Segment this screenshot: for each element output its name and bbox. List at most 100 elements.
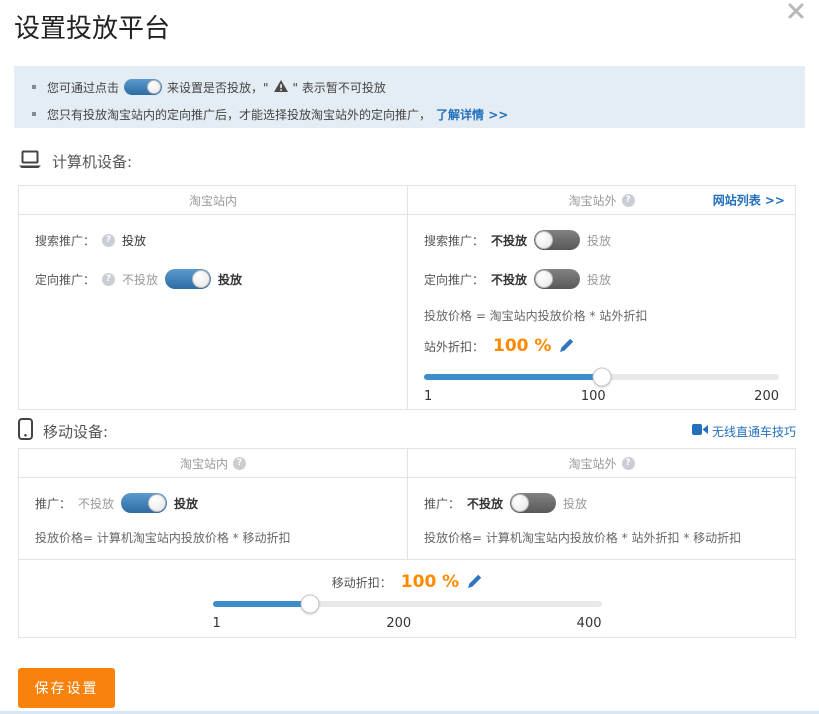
off-label: 不投放 — [491, 232, 527, 249]
toggle-knob[interactable] — [535, 270, 553, 288]
computer-offsite-search-row: 搜索推广： 不投放 投放 — [424, 228, 779, 252]
search-promo-state: 投放 — [122, 232, 146, 249]
toggle-knob[interactable] — [535, 231, 553, 249]
computer-section-title: 计算机设备: — [52, 151, 132, 172]
video-camera-icon — [692, 424, 708, 438]
slider-fill — [424, 374, 602, 380]
on-label: 投放 — [563, 495, 587, 512]
computer-onsite-header: 淘宝站内 — [19, 186, 407, 214]
offsite-discount-slider[interactable] — [424, 374, 779, 380]
phone-icon — [18, 418, 33, 444]
toggle-knob[interactable] — [511, 494, 529, 512]
bullet-icon — [32, 112, 36, 116]
slider-max-label: 400 — [577, 616, 602, 631]
computer-offsite-cell: 搜索推广： 不投放 投放 定向推广： 不投放 投放 投放价格 = 淘宝站内投放价… — [407, 215, 795, 410]
slider-mid-label: 100 — [581, 389, 606, 404]
on-label: 投放 — [218, 271, 242, 288]
mobile-discount-slider[interactable] — [213, 601, 602, 607]
slider-min-label: 1 — [424, 389, 432, 404]
notice-text: 您只有投放淘宝站内的定向推广后，才能选择投放淘宝站外的定向推广， — [47, 106, 431, 123]
help-icon[interactable]: ? — [622, 457, 635, 470]
learn-more-link[interactable]: 了解详情 >> — [436, 106, 508, 123]
notice-box: 您可通过点击 来设置是否投放，" " 表示暂不可投放 您只有投放淘宝站内的定向推… — [14, 66, 805, 128]
toggle-knob[interactable] — [192, 270, 210, 288]
off-label: 不投放 — [122, 271, 158, 288]
computer-platform-table: 淘宝站内 淘宝站外 ? 网站列表 >> 搜索推广： ? 投放 定向推广： ? 不… — [18, 185, 796, 410]
offsite-discount-label: 站外折扣： — [424, 338, 484, 355]
promo-label: 推广： — [424, 495, 460, 512]
notice-text: 您可通过点击 — [47, 79, 119, 96]
mobile-onsite-toggle[interactable] — [121, 493, 167, 513]
notice-line-2: 您只有投放淘宝站内的定向推广后，才能选择投放淘宝站外的定向推广， 了解详情 >> — [32, 104, 787, 124]
toggle-knob[interactable] — [148, 494, 166, 512]
on-label: 投放 — [587, 271, 611, 288]
computer-offsite-target-row: 定向推广： 不投放 投放 — [424, 267, 779, 291]
edit-pencil-icon[interactable] — [468, 574, 482, 591]
slider-max-label: 200 — [754, 389, 779, 404]
slider-knob[interactable] — [592, 368, 611, 387]
help-icon[interactable]: ? — [233, 457, 246, 470]
mobile-section-header: 移动设备: 无线直通车技巧 — [18, 418, 796, 444]
dialog-title: 设置投放平台 — [14, 8, 170, 45]
computer-onsite-search-row: 搜索推广： ? 投放 — [35, 228, 391, 252]
mobile-onsite-formula: 投放价格= 计算机淘宝站内投放价格 * 移动折扣 — [35, 530, 391, 546]
offsite-price-formula: 投放价格 = 淘宝站内投放价格 * 站外折扣 — [424, 308, 779, 324]
laptop-icon — [18, 150, 42, 173]
mobile-slider-labels: 1 200 400 — [213, 616, 602, 631]
bullet-icon — [32, 85, 36, 89]
promo-label: 推广： — [35, 495, 71, 512]
help-icon[interactable]: ? — [102, 234, 115, 247]
offsite-slider-labels: 1 100 200 — [424, 389, 779, 404]
save-settings-button[interactable]: 保存设置 — [18, 668, 115, 708]
toggle-example-icon — [124, 79, 162, 95]
edit-pencil-icon[interactable] — [560, 338, 574, 355]
mobile-discount-label: 移动折扣： — [332, 574, 392, 591]
computer-offsite-header: 淘宝站外 ? 网站列表 >> — [407, 186, 795, 214]
wireless-tips-link[interactable]: 无线直通车技巧 — [692, 423, 796, 440]
mobile-offsite-cell: 推广： 不投放 投放 投放价格= 计算机淘宝站内投放价格 * 站外折扣 * 移动… — [407, 478, 795, 559]
mobile-onsite-promo-row: 推广： 不投放 投放 — [35, 491, 391, 515]
website-list-link[interactable]: 网站列表 >> — [713, 192, 785, 209]
slider-fill — [213, 601, 310, 607]
mobile-platform-table: 淘宝站内 ? 淘宝站外 ? 推广： 不投放 投放 投放价格= 计算机淘宝站内投放… — [18, 448, 796, 638]
mobile-section-title: 移动设备: — [43, 421, 108, 442]
computer-offsite-search-toggle[interactable] — [534, 230, 580, 250]
mobile-slider-wrap: 1 200 400 — [213, 601, 602, 631]
slider-min-label: 1 — [213, 616, 221, 631]
slider-mid-label: 200 — [386, 616, 411, 631]
help-icon[interactable]: ? — [622, 194, 635, 207]
notice-line-1: 您可通过点击 来设置是否投放，" " 表示暂不可投放 — [32, 77, 787, 97]
mobile-discount-value: 100 % — [401, 572, 459, 592]
computer-onsite-cell: 搜索推广： ? 投放 定向推广： ? 不投放 投放 — [19, 215, 407, 410]
offsite-discount-row: 站外折扣： 100 % — [424, 333, 779, 359]
mobile-discount-panel: 移动折扣： 100 % 1 200 400 — [19, 559, 795, 639]
computer-section-header: 计算机设备: — [18, 150, 796, 173]
computer-offsite-target-toggle[interactable] — [534, 269, 580, 289]
off-label: 不投放 — [491, 271, 527, 288]
set-delivery-platform-dialog: 设置投放平台 您可通过点击 来设置是否投放，" " 表示暂不可投放 您只有投放淘… — [0, 0, 819, 714]
mobile-offsite-toggle[interactable] — [510, 493, 556, 513]
notice-text: 来设置是否投放，" — [167, 79, 269, 96]
notice-text: " 表示暂不可投放 — [293, 79, 386, 96]
computer-onsite-target-row: 定向推广： ? 不投放 投放 — [35, 267, 391, 291]
on-label: 投放 — [587, 232, 611, 249]
computer-onsite-target-toggle[interactable] — [165, 269, 211, 289]
offsite-discount-value: 100 % — [493, 336, 551, 356]
off-label: 不投放 — [78, 495, 114, 512]
on-label: 投放 — [174, 495, 198, 512]
warning-icon — [274, 80, 288, 95]
slider-knob[interactable] — [300, 595, 319, 614]
mobile-onsite-cell: 推广： 不投放 投放 投放价格= 计算机淘宝站内投放价格 * 移动折扣 — [19, 478, 407, 559]
help-icon[interactable]: ? — [102, 273, 115, 286]
mobile-onsite-header: 淘宝站内 ? — [19, 449, 407, 477]
off-label: 不投放 — [467, 495, 503, 512]
close-icon[interactable] — [787, 2, 807, 22]
mobile-discount-row: 移动折扣： 100 % — [332, 569, 482, 595]
mobile-offsite-promo-row: 推广： 不投放 投放 — [424, 491, 779, 515]
target-promo-label: 定向推广： — [35, 271, 95, 288]
mobile-offsite-header: 淘宝站外 ? — [407, 449, 795, 477]
target-promo-label: 定向推广： — [424, 271, 484, 288]
search-promo-label: 搜索推广： — [35, 232, 95, 249]
mobile-offsite-formula: 投放价格= 计算机淘宝站内投放价格 * 站外折扣 * 移动折扣 — [424, 530, 779, 546]
search-promo-label: 搜索推广： — [424, 232, 484, 249]
